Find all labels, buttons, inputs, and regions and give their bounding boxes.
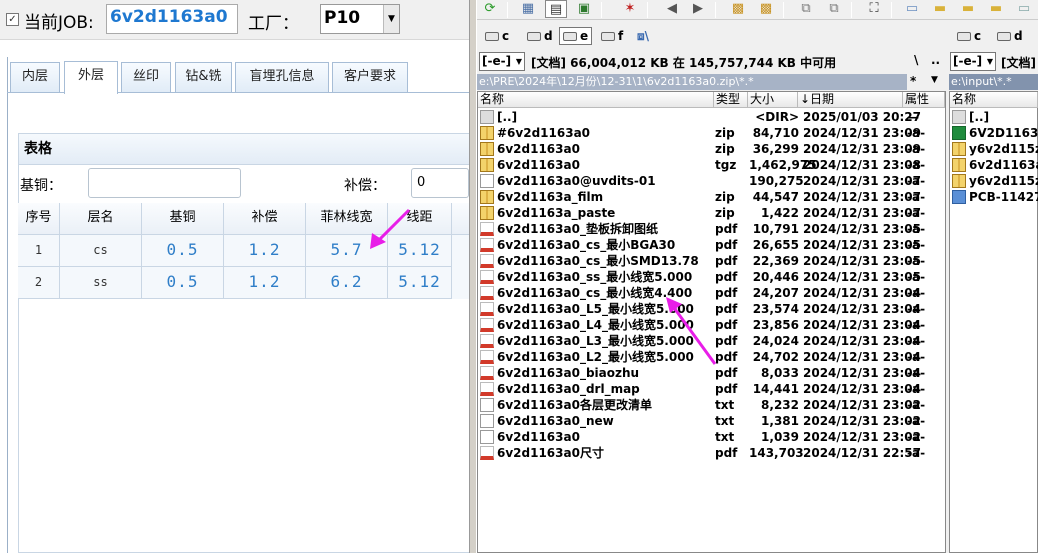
tab-outer-layer[interactable]: 外层 bbox=[64, 61, 118, 94]
annotation-arrow-left bbox=[370, 208, 411, 249]
annotation-overlay bbox=[370, 208, 717, 365]
annotation-arrow-right bbox=[666, 297, 717, 365]
